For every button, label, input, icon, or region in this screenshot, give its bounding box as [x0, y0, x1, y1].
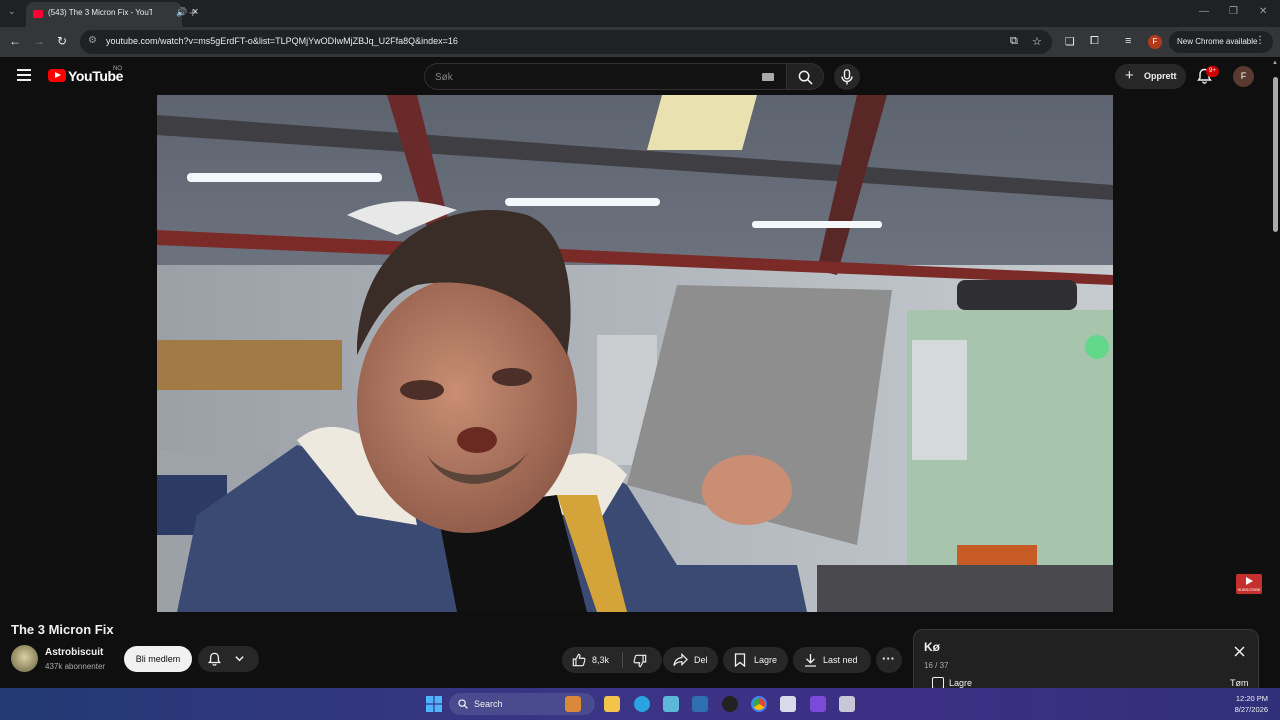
subscription-notifications-button[interactable]	[198, 646, 259, 672]
channel-name[interactable]: Astrobiscuit	[45, 647, 103, 658]
save-button[interactable]: Lagre	[723, 647, 788, 673]
video-title: The 3 Micron Fix	[11, 622, 114, 637]
print-app-icon[interactable]	[839, 696, 855, 712]
like-count: 8,3k	[592, 655, 610, 665]
tab-title: (543) The 3 Micron Fix - YouTube	[48, 8, 152, 17]
more-actions-button[interactable]: ···	[876, 647, 902, 673]
reading-list-icon[interactable]: ≡	[1125, 35, 1131, 47]
address-bar[interactable]: ⚙ youtube.com/watch?v=ms5gErdFT-o&list=T…	[80, 30, 1052, 54]
microphone-icon	[841, 69, 853, 85]
store-app-icon[interactable]	[663, 696, 679, 712]
scroll-up-arrow-icon[interactable]: ▲	[1272, 60, 1278, 66]
channel-avatar[interactable]	[11, 645, 38, 672]
keyboard-icon[interactable]	[762, 73, 774, 81]
country-code: NO	[113, 66, 122, 72]
share-arrow-icon	[673, 653, 688, 667]
share-label: Del	[694, 655, 708, 665]
more-horizontal-icon: ···	[882, 651, 895, 666]
download-label: Last ned	[823, 655, 858, 665]
search-icon	[458, 699, 468, 709]
back-arrow-icon[interactable]: ←	[9, 34, 21, 48]
new-chrome-label: New Chrome available	[1177, 37, 1258, 46]
restore-icon[interactable]: ❐	[1229, 6, 1238, 17]
clock-date: 8/27/2026	[1234, 705, 1268, 714]
url-text[interactable]: youtube.com/watch?v=ms5gErdFT-o&list=TLP…	[106, 36, 458, 46]
hamburger-menu-icon[interactable]	[17, 69, 31, 81]
reload-icon[interactable]: ↻	[57, 34, 67, 48]
terminal-app-icon[interactable]	[692, 696, 708, 712]
notification-count-badge: 9+	[1206, 66, 1219, 77]
windows-start-icon[interactable]	[426, 696, 442, 712]
search-icon	[798, 70, 813, 85]
tab-groups-icon[interactable]: ❏	[1065, 35, 1075, 48]
youtube-favicon-icon	[33, 10, 43, 18]
like-divider	[622, 652, 623, 668]
browser-tab[interactable]: (543) The 3 Micron Fix - YouTube 🔊 ×	[26, 2, 198, 27]
download-button[interactable]: Last ned	[793, 647, 871, 673]
site-info-icon[interactable]: ⚙	[88, 35, 97, 46]
queue-position: 16 / 37	[924, 661, 949, 670]
like-dislike-group: 8,3k	[562, 647, 662, 673]
subscribe-watermark[interactable]: SUBSCRIBE	[1236, 574, 1262, 594]
tab-search-chevron-icon[interactable]: ⌄	[8, 6, 16, 17]
search-input[interactable]	[435, 69, 735, 85]
window-close-icon[interactable]: ✕	[1259, 6, 1267, 17]
clock-time: 12:20 PM	[1235, 694, 1268, 703]
plus-icon: +	[1125, 67, 1134, 84]
play-icon	[1246, 577, 1253, 585]
queue-save-label[interactable]: Lagre	[949, 678, 972, 688]
subscriber-count: 437k abonnenter	[45, 662, 106, 671]
thumbs-down-icon	[633, 654, 647, 668]
video-frame	[157, 95, 1113, 612]
new-tab-plus-icon[interactable]: +	[189, 5, 197, 20]
browser-toolbar: ← → ↻ ⚙ youtube.com/watch?v=ms5gErdFT-o&…	[0, 27, 1280, 57]
create-label: Opprett	[1144, 71, 1177, 81]
edge-browser-icon[interactable]	[634, 696, 650, 712]
search-highlight-icon[interactable]	[565, 696, 581, 712]
chrome-browser-icon[interactable]	[751, 696, 767, 712]
bell-icon	[208, 652, 221, 666]
discord-like-app-icon[interactable]	[810, 696, 826, 712]
install-app-icon[interactable]: ⧉	[1010, 35, 1018, 48]
dislike-button[interactable]	[623, 647, 662, 673]
account-avatar[interactable]: F	[1233, 66, 1254, 87]
browser-profile-icon[interactable]: F	[1148, 35, 1162, 49]
save-label: Lagre	[754, 655, 778, 665]
queue-close-icon[interactable]	[1234, 646, 1245, 657]
page-scrollbar[interactable]: ▲	[1270, 57, 1280, 690]
speaker-icon[interactable]: 🔊	[176, 7, 187, 18]
minimize-icon[interactable]: —	[1199, 6, 1209, 17]
browser-tab-strip: ⌄ (543) The 3 Micron Fix - YouTube 🔊 × +…	[0, 0, 1280, 27]
taskbar-clock[interactable]: 12:20 PM 8/27/2026	[1220, 693, 1268, 715]
create-button[interactable]: + Opprett	[1115, 64, 1186, 89]
youtube-logo-icon[interactable]	[48, 69, 66, 82]
thumbs-up-icon	[572, 653, 586, 667]
forward-arrow-icon[interactable]: →	[33, 34, 45, 48]
share-button[interactable]: Del	[663, 647, 718, 673]
bookmark-icon	[734, 653, 746, 667]
video-player[interactable]	[157, 95, 1113, 612]
queue-clear-button[interactable]: Tøm	[1230, 678, 1249, 688]
bookmark-star-icon[interactable]: ☆	[1032, 35, 1042, 48]
scrollbar-thumb[interactable]	[1273, 77, 1278, 232]
youtube-header: YouTube NO + Opprett 9+ F	[0, 57, 1270, 95]
extensions-puzzle-icon[interactable]: ⧠	[1090, 35, 1099, 48]
download-icon	[805, 654, 816, 667]
watermark-label: SUBSCRIBE	[1237, 587, 1261, 592]
chrome-menu-icon[interactable]: ⋮	[1255, 35, 1265, 46]
search-button[interactable]	[786, 63, 824, 90]
file-explorer-icon[interactable]	[604, 696, 620, 712]
new-chrome-available-button[interactable]: New Chrome available ⋮	[1169, 31, 1273, 53]
queue-title: Kø	[924, 640, 940, 654]
notes-app-icon[interactable]	[780, 696, 796, 712]
github-app-icon[interactable]	[722, 696, 738, 712]
queue-panel: Kø 16 / 37 Lagre Tøm	[913, 629, 1259, 690]
join-button[interactable]: Bli medlem	[124, 646, 192, 672]
like-button[interactable]: 8,3k	[562, 647, 622, 673]
search-box	[424, 63, 786, 90]
voice-search-button[interactable]	[834, 64, 860, 90]
taskbar-search-label: Search	[474, 699, 503, 709]
chevron-down-icon	[235, 656, 244, 662]
